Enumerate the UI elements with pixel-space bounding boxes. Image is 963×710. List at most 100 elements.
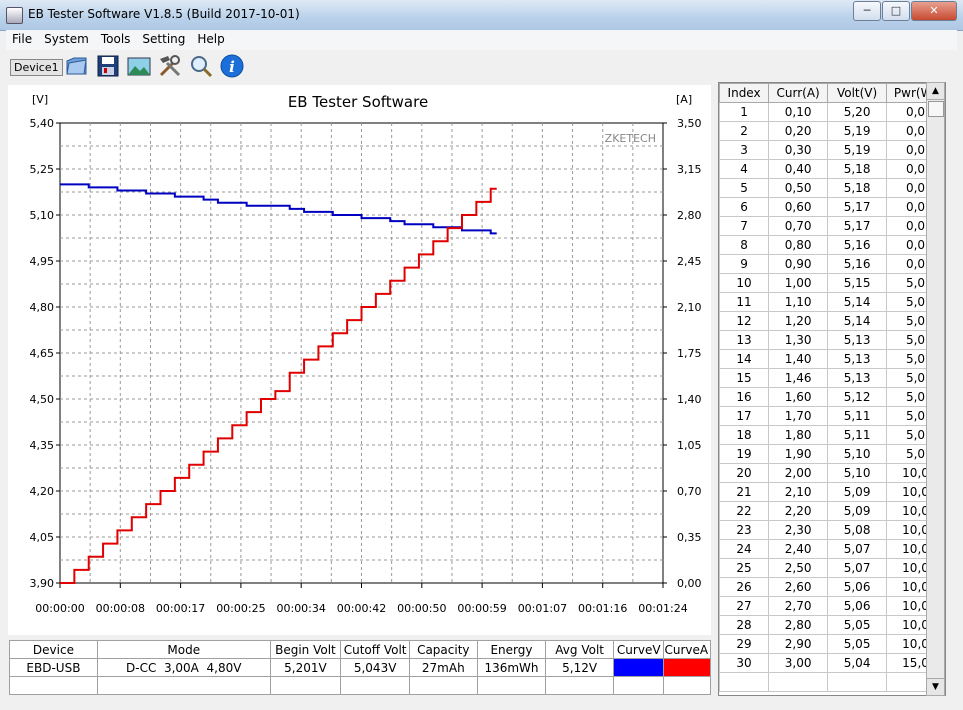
scroll-thumb[interactable] (928, 101, 944, 117)
table-row[interactable]: 5 0,50 5,18 0,0 (719, 178, 945, 198)
table-cell: 5,16 (827, 254, 888, 274)
table-cell: 1,90 (768, 444, 829, 464)
table-cell: 2 (719, 121, 770, 141)
table-cell: 5,14 (827, 311, 888, 331)
table-row[interactable]: 7 0,70 5,17 0,0 (719, 216, 945, 236)
table-row[interactable]: 22 2,20 5,09 10,0 (719, 501, 945, 521)
table-cell: 2,20 (768, 501, 829, 521)
table-cell: 30 (719, 653, 770, 673)
table-row[interactable]: 10 1,00 5,15 5,0 (719, 273, 945, 293)
summary-header-row: Device Mode Begin Volt Cutoff Volt Capac… (9, 640, 711, 659)
table-row[interactable]: 4 0,40 5,18 0,0 (719, 159, 945, 179)
col-header-volt[interactable]: Volt(V) (827, 83, 888, 103)
table-row[interactable]: 25 2,50 5,07 10,0 (719, 558, 945, 578)
title-bar: EB Tester Software V1.8.5 (Build 2017-10… (0, 0, 963, 31)
x-tick-label: 00:00:08 (96, 602, 145, 615)
table-row[interactable]: 28 2,80 5,05 10,0 (719, 615, 945, 635)
grid-lines (60, 123, 663, 583)
table-row[interactable]: 1 0,10 5,20 0,0 (719, 102, 945, 122)
image-icon[interactable] (126, 53, 152, 79)
minimize-icon[interactable]: ─ (853, 1, 881, 21)
table-row[interactable]: 3 0,30 5,19 0,0 (719, 140, 945, 160)
table-row-empty (719, 672, 945, 692)
right-tick-label: 2,80 (677, 209, 702, 222)
table-row[interactable]: 11 1,10 5,14 5,0 (719, 292, 945, 312)
table-cell: 2,80 (768, 615, 829, 635)
table-row[interactable]: 19 1,90 5,10 5,0 (719, 444, 945, 464)
table-row[interactable]: 13 1,30 5,13 5,0 (719, 330, 945, 350)
table-row[interactable]: 27 2,70 5,06 10,0 (719, 596, 945, 616)
table-cell: 8 (719, 235, 770, 255)
table-cell: 1,00 (768, 273, 829, 293)
x-tick-label: 00:00:59 (457, 602, 506, 615)
open-icon[interactable] (64, 53, 90, 79)
table-row[interactable]: 12 1,20 5,14 5,0 (719, 311, 945, 331)
curve-a-swatch[interactable] (663, 658, 711, 677)
table-cell: 14 (719, 349, 770, 369)
table-row[interactable]: 16 1,60 5,12 5,0 (719, 387, 945, 407)
table-cell: 25 (719, 558, 770, 578)
col-header-curr[interactable]: Curr(A) (768, 83, 829, 103)
table-cell: 2,00 (768, 463, 829, 483)
table-cell: 21 (719, 482, 770, 502)
table-row[interactable]: 2 0,20 5,19 0,0 (719, 121, 945, 141)
table-cell: 26 (719, 577, 770, 597)
tools-icon[interactable] (157, 53, 183, 79)
close-icon[interactable]: ✕ (911, 1, 957, 21)
scroll-down-icon[interactable]: ▼ (927, 678, 944, 695)
save-icon[interactable] (95, 53, 121, 79)
table-row[interactable]: 8 0,80 5,16 0,0 (719, 235, 945, 255)
table-row[interactable]: 17 1,70 5,11 5,0 (719, 406, 945, 426)
table-row[interactable]: 15 1,46 5,13 5,0 (719, 368, 945, 388)
summary-header: CurveV (612, 640, 665, 659)
grid-scrollbar[interactable]: ▲ ▼ (926, 82, 945, 696)
menu-help[interactable]: Help (191, 30, 230, 48)
search-icon[interactable] (188, 53, 214, 79)
table-cell: 29 (719, 634, 770, 654)
info-icon[interactable]: i (219, 53, 245, 79)
table-row[interactable]: 6 0,60 5,17 0,0 (719, 197, 945, 217)
table-cell: 2,30 (768, 520, 829, 540)
menu-file[interactable]: File (6, 30, 38, 48)
right-tick-label: 0,70 (677, 485, 702, 498)
menu-system[interactable]: System (38, 30, 95, 48)
data-grid[interactable]: Index Curr(A) Volt(V) Pwr(W) 1 0,10 5,20 0,… (718, 82, 946, 696)
table-row[interactable]: 14 1,40 5,13 5,0 (719, 349, 945, 369)
menu-tools[interactable]: Tools (95, 30, 137, 48)
watermark: ZKETECH (605, 132, 656, 145)
table-row[interactable]: 18 1,80 5,11 5,0 (719, 425, 945, 445)
table-row[interactable]: 24 2,40 5,07 10,0 (719, 539, 945, 559)
table-row[interactable]: 9 0,90 5,16 0,0 (719, 254, 945, 274)
data-table: Index Curr(A) Volt(V) Pwr(W) 1 0,10 5,20 0,… (719, 83, 945, 692)
table-cell: 2,10 (768, 482, 829, 502)
table-row[interactable]: 20 2,00 5,10 10,0 (719, 463, 945, 483)
app-icon (6, 7, 23, 24)
table-cell: 5,04 (827, 653, 888, 673)
right-tick-label: 0,35 (677, 531, 702, 544)
scroll-up-icon[interactable]: ▲ (927, 83, 944, 100)
maximize-icon[interactable]: □ (882, 1, 910, 21)
table-row[interactable]: 29 2,90 5,05 10,0 (719, 634, 945, 654)
summary-data-row: EBD-USB D-CC 3,00A 4,80V 5,201V 5,043V 2… (9, 658, 711, 677)
table-row[interactable]: 26 2,60 5,06 10,0 (719, 577, 945, 597)
table-cell: 3 (719, 140, 770, 160)
empty-cell (545, 676, 614, 695)
summary-cell-avg-volt: 5,12V (545, 658, 614, 677)
table-cell: 5,07 (827, 539, 888, 559)
summary-header: Mode (96, 640, 271, 659)
menu-setting[interactable]: Setting (136, 30, 191, 48)
summary-header: Cutoff Volt (340, 640, 410, 659)
table-row[interactable]: 21 2,10 5,09 10,0 (719, 482, 945, 502)
table-cell: 5,10 (827, 463, 888, 483)
empty-cell (340, 676, 410, 695)
device-tab[interactable]: Device1 (10, 59, 63, 76)
table-row[interactable]: 30 3,00 5,04 15,0 (719, 653, 945, 673)
table-row[interactable]: 23 2,30 5,08 10,0 (719, 520, 945, 540)
table-cell: 27 (719, 596, 770, 616)
empty-cell (269, 676, 342, 695)
left-tick-label: 4,95 (30, 255, 55, 268)
right-tick-label: 1,05 (677, 439, 702, 452)
table-cell: 5,17 (827, 216, 888, 236)
curve-v-swatch[interactable] (612, 658, 665, 677)
col-header-index[interactable]: Index (719, 83, 770, 103)
